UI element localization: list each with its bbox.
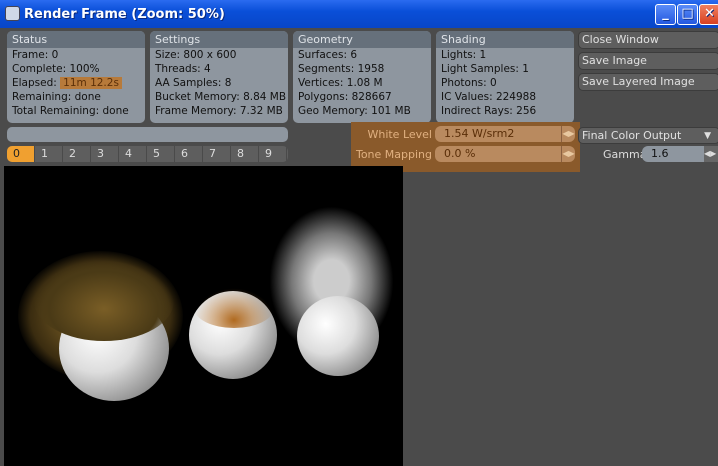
sphere-right bbox=[297, 296, 379, 376]
spinner-icon[interactable]: ◀▶ bbox=[561, 146, 575, 162]
status-panel: Status Frame: 0 Complete: 100% Elapsed: … bbox=[7, 31, 145, 123]
close-button[interactable]: ✕ bbox=[699, 4, 718, 25]
frame-tab-0[interactable]: 0 bbox=[7, 146, 35, 162]
render-image bbox=[4, 166, 403, 466]
maximize-button[interactable]: □ bbox=[677, 4, 698, 25]
frame-memory-text: Frame Memory: 7.32 MB bbox=[155, 105, 283, 117]
elapsed-value: 11m 12.2s bbox=[60, 77, 122, 89]
frame-tab-6[interactable]: 6 bbox=[175, 146, 203, 162]
aa-text: AA Samples: 8 bbox=[155, 77, 232, 89]
frame-tab-5[interactable]: 5 bbox=[147, 146, 175, 162]
minimize-button[interactable]: _ bbox=[655, 4, 676, 25]
gamma-label: Gamma bbox=[603, 148, 647, 161]
gamma-value: 1.6 bbox=[651, 147, 669, 160]
geometry-panel: Geometry Surfaces: 6 Segments: 1958 Vert… bbox=[293, 31, 431, 123]
frame-text: Frame: 0 bbox=[12, 49, 59, 61]
output-dropdown[interactable]: Final Color Output ▼ bbox=[578, 127, 718, 144]
shading-header: Shading bbox=[436, 31, 574, 48]
spinner-icon[interactable]: ◀▶ bbox=[561, 126, 575, 142]
gamma-field[interactable]: 1.6 ◀▶ bbox=[642, 146, 718, 162]
save-image-button[interactable]: Save Image bbox=[578, 52, 718, 70]
hair-cap bbox=[34, 261, 174, 341]
title-bar: Render Frame (Zoom: 50%) _ □ ✕ bbox=[0, 0, 718, 28]
lights-text: Lights: 1 bbox=[441, 49, 487, 61]
spinner-icon[interactable]: ◀▶ bbox=[704, 146, 718, 162]
ic-values-text: IC Values: 224988 bbox=[441, 91, 537, 103]
white-level-field[interactable]: 1.54 W/srm2 ◀▶ bbox=[435, 126, 575, 142]
status-header: Status bbox=[7, 31, 145, 48]
frame-tabs: 0123456789 bbox=[7, 146, 288, 162]
app-icon bbox=[5, 6, 20, 21]
size-text: Size: 800 x 600 bbox=[155, 49, 237, 61]
frame-tab-4[interactable]: 4 bbox=[119, 146, 147, 162]
hair-orange bbox=[194, 288, 274, 328]
settings-header: Settings bbox=[150, 31, 288, 48]
photons-text: Photons: 0 bbox=[441, 77, 497, 89]
indirect-rays-text: Indirect Rays: 256 bbox=[441, 105, 537, 117]
frame-tab-3[interactable]: 3 bbox=[91, 146, 119, 162]
output-value: Final Color Output bbox=[582, 129, 682, 142]
shading-panel: Shading Lights: 1 Light Samples: 1 Photo… bbox=[436, 31, 574, 123]
total-remaining-text: Total Remaining: done bbox=[12, 105, 129, 117]
frame-tab-7[interactable]: 7 bbox=[203, 146, 231, 162]
complete-text: Complete: 100% bbox=[12, 63, 100, 75]
tone-mapping-field[interactable]: 0.0 % ◀▶ bbox=[435, 146, 575, 162]
frame-tab-8[interactable]: 8 bbox=[231, 146, 259, 162]
window-title: Render Frame (Zoom: 50%) bbox=[24, 6, 225, 22]
white-level-label: White Level bbox=[367, 128, 432, 141]
polygons-text: Polygons: 828667 bbox=[298, 91, 392, 103]
segments-text: Segments: 1958 bbox=[298, 63, 385, 75]
frame-tab-2[interactable]: 2 bbox=[63, 146, 91, 162]
chevron-down-icon: ▼ bbox=[704, 131, 711, 141]
progress-bar bbox=[7, 127, 288, 142]
remaining-text: Remaining: done bbox=[12, 91, 101, 103]
tone-mapping-label: Tone Mapping bbox=[355, 148, 432, 161]
save-layered-image-button[interactable]: Save Layered Image bbox=[578, 73, 718, 91]
elapsed-label: Elapsed: bbox=[12, 77, 57, 89]
bucket-text: Bucket Memory: 8.84 MB bbox=[155, 91, 287, 103]
geometry-header: Geometry bbox=[293, 31, 431, 48]
light-samples-text: Light Samples: 1 bbox=[441, 63, 529, 75]
threads-text: Threads: 4 bbox=[155, 63, 211, 75]
frame-tab-1[interactable]: 1 bbox=[35, 146, 63, 162]
vertices-text: Vertices: 1.08 M bbox=[298, 77, 383, 89]
tone-mapping-value: 0.0 % bbox=[444, 147, 476, 160]
surfaces-text: Surfaces: 6 bbox=[298, 49, 358, 61]
close-window-button[interactable]: Close Window bbox=[578, 31, 718, 49]
geo-memory-text: Geo Memory: 101 MB bbox=[298, 105, 411, 117]
settings-panel: Settings Size: 800 x 600 Threads: 4 AA S… bbox=[150, 31, 288, 123]
frame-tab-9[interactable]: 9 bbox=[259, 146, 287, 162]
white-level-value: 1.54 W/srm2 bbox=[444, 127, 515, 140]
